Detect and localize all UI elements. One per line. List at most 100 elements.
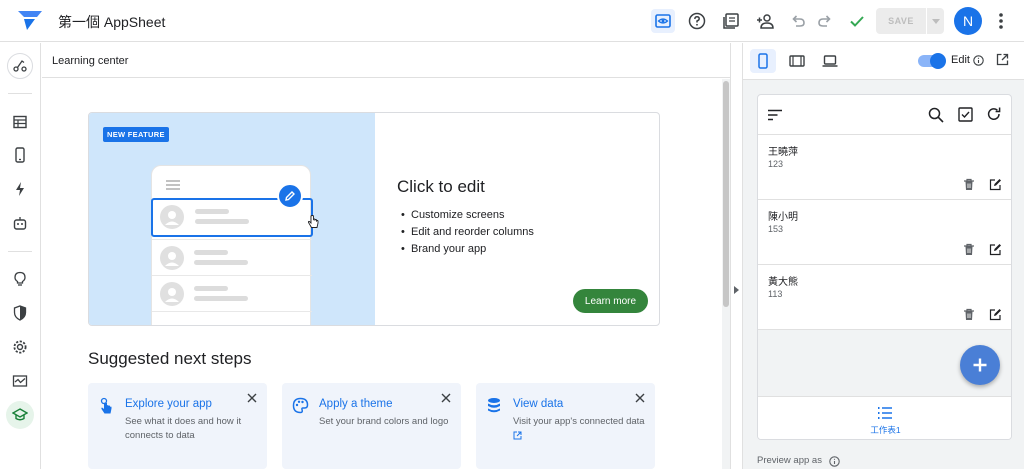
avatar[interactable]: N: [954, 7, 982, 35]
share-user-icon[interactable]: [754, 9, 778, 33]
list-item[interactable]: 黃大熊 113: [758, 265, 1011, 330]
bot-icon[interactable]: [8, 211, 32, 235]
item-name: 王曉萍: [768, 147, 798, 158]
preview-panel: Edit 王曉萍 123 陳小明 153 黃大熊 113 工作表1 Previe…: [742, 43, 1024, 469]
close-icon[interactable]: [247, 393, 257, 403]
card-title[interactable]: Apply a theme: [319, 398, 393, 410]
info-icon[interactable]: [973, 55, 984, 66]
list-item[interactable]: 王曉萍 123: [758, 135, 1011, 200]
hamburger-icon: [166, 180, 180, 190]
mock-avatar-icon: [160, 205, 184, 229]
card-description: See what it does and how it connects to …: [125, 416, 242, 441]
tablet-device-icon[interactable]: [784, 49, 810, 73]
mock-row: [152, 239, 312, 275]
monitor-icon[interactable]: [8, 369, 32, 393]
preview-toolbar: Edit: [743, 43, 1024, 80]
open-new-window-icon[interactable]: [996, 53, 1009, 66]
mock-avatar-icon: [160, 282, 184, 306]
feature-bullet: Customize screens: [401, 207, 534, 224]
feature-title: Click to edit: [397, 177, 485, 196]
open-external-icon[interactable]: [513, 431, 522, 440]
delete-icon[interactable]: [963, 243, 975, 256]
close-icon[interactable]: [441, 393, 451, 403]
views-icon[interactable]: [8, 143, 32, 167]
database-icon: [486, 397, 502, 414]
list-item[interactable]: 陳小明 153: [758, 200, 1011, 265]
panel-splitter[interactable]: [730, 43, 742, 469]
automation-icon[interactable]: [8, 177, 32, 201]
app-preview-frame: 王曉萍 123 陳小明 153 黃大熊 113 工作表1: [757, 94, 1012, 440]
feature-bullet: Edit and reorder columns: [401, 224, 534, 241]
item-value: 153: [768, 224, 784, 234]
nav-tab-label[interactable]: 工作表1: [758, 424, 1011, 436]
intelligence-icon[interactable]: [8, 267, 32, 291]
preview-eye-icon[interactable]: [651, 9, 675, 33]
item-value: 113: [768, 289, 783, 299]
list-view-icon[interactable]: [877, 406, 893, 420]
data-icon[interactable]: [8, 110, 32, 134]
left-nav-rail: [0, 43, 41, 469]
learn-more-button[interactable]: Learn more: [573, 289, 648, 313]
feature-illustration: NEW FEATURE: [89, 113, 375, 325]
touch-icon: [98, 397, 114, 415]
app-header: [758, 95, 1011, 135]
edit-label: Edit: [951, 54, 970, 66]
gallery-icon[interactable]: [719, 9, 743, 33]
edit-icon[interactable]: [989, 243, 1002, 256]
suggested-steps-title: Suggested next steps: [88, 349, 252, 368]
edit-icon[interactable]: [989, 308, 1002, 321]
card-view-data[interactable]: View data Visit your app's connected dat…: [476, 383, 655, 469]
settings-icon[interactable]: [8, 335, 32, 359]
card-title[interactable]: Explore your app: [125, 398, 212, 410]
delete-icon[interactable]: [963, 308, 975, 321]
learning-center-panel: Learning center NEW FEATURE Click to edi…: [42, 43, 730, 469]
mock-row: [152, 311, 312, 325]
card-apply-theme[interactable]: Apply a theme Set your brand colors and …: [282, 383, 461, 469]
save-label: SAVE: [888, 16, 914, 26]
help-icon[interactable]: [685, 9, 709, 33]
nav-tab-indicator: [863, 439, 909, 440]
learning-center-header: Learning center: [42, 43, 730, 78]
card-description: Visit your app's connected data: [513, 415, 648, 443]
info-icon[interactable]: [829, 456, 840, 467]
wand-icon[interactable]: [7, 53, 33, 79]
add-fab-button[interactable]: [960, 345, 1000, 385]
refresh-icon[interactable]: [986, 106, 1002, 122]
mobile-device-icon[interactable]: [750, 49, 776, 73]
search-icon[interactable]: [928, 107, 944, 123]
mock-row: [152, 275, 312, 311]
edit-toggle[interactable]: [918, 53, 946, 69]
save-dropdown-icon[interactable]: [926, 8, 944, 34]
more-menu-icon[interactable]: [992, 10, 1010, 32]
card-explore-app[interactable]: Explore your app See what it does and ho…: [88, 383, 267, 469]
toggle-knob: [930, 53, 946, 69]
feature-card: NEW FEATURE Click to edit • Customize sc…: [88, 112, 660, 326]
mock-avatar-icon: [160, 246, 184, 270]
preview-as-label: Preview app as: [757, 455, 822, 466]
item-name: 黃大熊: [768, 277, 798, 288]
card-title[interactable]: View data: [513, 398, 563, 410]
select-checkbox-icon[interactable]: [958, 107, 973, 122]
item-value: 123: [768, 159, 784, 169]
pencil-edit-icon: [277, 183, 303, 209]
app-title[interactable]: 第一個 AppSheet: [58, 12, 165, 32]
sort-menu-icon[interactable]: [768, 109, 782, 121]
new-feature-badge: NEW FEATURE: [103, 127, 169, 142]
redo-icon[interactable]: [813, 9, 837, 33]
item-name: 陳小明: [768, 212, 798, 223]
panel-title: Learning center: [52, 55, 129, 67]
scrollbar-thumb[interactable]: [723, 81, 729, 307]
appsheet-logo-icon[interactable]: [17, 10, 43, 32]
check-icon[interactable]: [845, 9, 869, 33]
undo-icon[interactable]: [786, 9, 810, 33]
desktop-device-icon[interactable]: [817, 49, 843, 73]
expand-arrow-icon[interactable]: [734, 286, 739, 294]
delete-icon[interactable]: [963, 178, 975, 191]
security-icon[interactable]: [8, 301, 32, 325]
app-bottom-nav: 工作表1: [758, 396, 1011, 440]
save-button[interactable]: SAVE: [876, 8, 944, 34]
edit-icon[interactable]: [989, 178, 1002, 191]
learning-icon[interactable]: [6, 401, 34, 429]
close-icon[interactable]: [635, 393, 645, 403]
card-description-text: Visit your app's connected data: [513, 416, 645, 427]
